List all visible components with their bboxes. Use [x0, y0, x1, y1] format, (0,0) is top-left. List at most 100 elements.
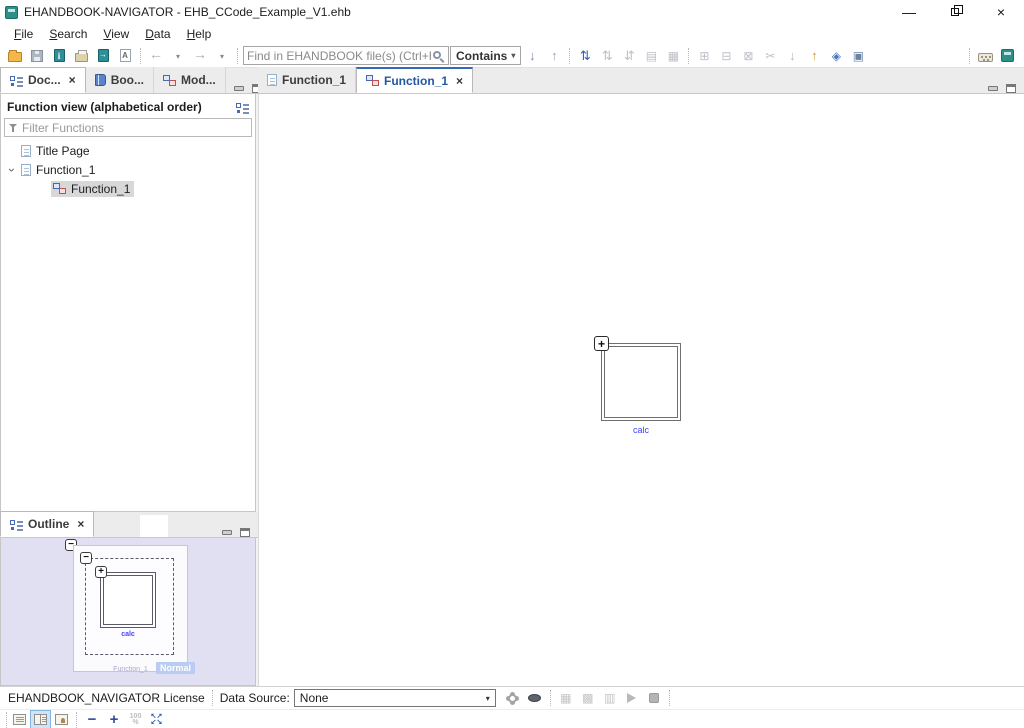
visualization-mode-glyph — [528, 694, 541, 702]
search-filter-settings-icon[interactable]: ⇅ — [575, 45, 595, 65]
navigator-perspective-icon[interactable] — [997, 46, 1017, 66]
zoom-out-button[interactable]: − — [82, 710, 102, 728]
filter-functions-box[interactable] — [4, 118, 252, 137]
search-previous-icon[interactable]: ↑ — [544, 46, 564, 66]
export-pdf-icon[interactable] — [115, 45, 135, 65]
search-mode-dropdown[interactable]: Contains ▾ — [450, 46, 521, 65]
menu-help[interactable]: Help — [179, 25, 220, 43]
tab-label: Function_1 — [282, 73, 346, 87]
nav-back-menu-icon[interactable]: ▾ — [168, 47, 188, 67]
tree-item-content: Function_1 — [19, 162, 99, 178]
start-measurement-icon[interactable] — [622, 688, 642, 708]
data-source-dropdown[interactable]: None ▾ — [294, 689, 496, 707]
cut-labels-icon[interactable]: ✂ — [760, 46, 780, 66]
view-interactive-model-button[interactable] — [52, 711, 71, 728]
measurement-window-icon[interactable]: ▩ — [578, 688, 598, 708]
tab-outline[interactable]: Outline × — [0, 511, 94, 537]
tab-label: Boo... — [111, 73, 144, 87]
fit-arrow: ↘ — [157, 720, 163, 726]
tree-item-function_1[interactable]: ›Function_1 — [1, 160, 255, 179]
add-bookmark-icon[interactable]: ⊞ — [694, 46, 714, 66]
save-icon[interactable] — [27, 46, 47, 66]
view-split-layout-icon — [34, 714, 47, 725]
fit-to-screen-button[interactable]: ↖↗↙↘ — [147, 711, 166, 728]
view-split-layout-button[interactable] — [31, 711, 50, 728]
toolbar-separator — [688, 48, 689, 64]
outline-thumbnail[interactable]: − − + calc Function_1 Normal — [0, 538, 256, 686]
stop-measurement-glyph — [649, 693, 659, 703]
restore-button[interactable] — [932, 0, 978, 24]
close-icon[interactable]: × — [456, 74, 463, 88]
zoom-pct-bottom: % — [132, 720, 138, 726]
menu-data[interactable]: Data — [137, 25, 178, 43]
export-ehandbook-icon[interactable] — [93, 45, 113, 65]
close-icon[interactable]: × — [69, 73, 76, 87]
tree-item-function_1[interactable]: Function_1 — [1, 179, 255, 198]
global-search-box[interactable] — [243, 46, 449, 65]
collapse-region-button[interactable]: − — [80, 552, 92, 564]
nav-forward-icon[interactable]: → — [190, 44, 210, 64]
tab-function_1[interactable]: Function_1 — [258, 67, 356, 93]
open-file-icon[interactable] — [5, 45, 25, 65]
minimize-view-button[interactable] — [234, 86, 244, 91]
menu-view[interactable]: View — [95, 25, 137, 43]
minimize-view-button[interactable] — [222, 530, 232, 535]
experiment-window-icon[interactable]: ▥ — [600, 688, 620, 708]
tree-item-label: Title Page — [36, 144, 90, 158]
ehandbook-info-icon[interactable] — [49, 45, 69, 65]
maximize-view-button[interactable] — [240, 528, 250, 537]
tab-doc-[interactable]: Doc...× — [0, 67, 86, 93]
stop-measurement-icon[interactable] — [644, 688, 664, 708]
open-new-window-icon[interactable]: ▣ — [848, 46, 868, 66]
keyboard-shortcuts-icon[interactable] — [975, 46, 995, 66]
add-bookmark-group-icon[interactable]: ⊟ — [716, 46, 736, 66]
settings-icon[interactable] — [503, 688, 523, 708]
calibration-window-icon[interactable]: ▦ — [556, 688, 576, 708]
visualization-mode-icon[interactable] — [525, 688, 545, 708]
outline-calc-block[interactable] — [100, 572, 156, 628]
minimize-view-button[interactable] — [988, 86, 998, 91]
print-icon[interactable] — [71, 45, 91, 65]
expand-search-results-icon[interactable]: ⇵ — [619, 45, 639, 65]
maximize-view-button[interactable] — [1006, 84, 1016, 93]
chevron-down-icon[interactable]: › — [5, 163, 19, 177]
show-hierarchy-icon[interactable]: ◈ — [826, 46, 846, 66]
expand-block-button[interactable]: + — [594, 336, 609, 351]
filter-functions-input[interactable] — [22, 121, 251, 135]
view-content-page-button[interactable] — [10, 711, 29, 728]
toolbar-separator — [140, 48, 141, 64]
remove-bookmark-icon[interactable]: ⊠ — [738, 46, 758, 66]
menu-search[interactable]: Search — [41, 25, 95, 43]
menu-file[interactable]: File — [6, 25, 41, 43]
toolbar-separator — [569, 48, 570, 64]
outline-tabbar: Outline × — [0, 512, 258, 538]
zoom-reset-button[interactable]: 100% — [126, 711, 145, 728]
close-icon[interactable]: × — [77, 517, 84, 531]
tab-function_1[interactable]: Function_1× — [356, 67, 473, 93]
tab-mod-[interactable]: Mod... — [154, 67, 226, 93]
minimize-button[interactable]: — — [886, 0, 932, 24]
zoom-in-button[interactable]: + — [104, 710, 124, 728]
nav-back-icon[interactable]: ← — [146, 44, 166, 64]
tab-boo-[interactable]: Boo... — [86, 67, 154, 93]
view-menu-icon[interactable] — [236, 102, 249, 113]
calc-block[interactable]: + — [601, 343, 681, 421]
navigator-perspective-glyph — [1001, 49, 1014, 62]
tree-item-title-page[interactable]: Title Page — [1, 141, 255, 160]
list-view-icon[interactable]: ▤ — [641, 46, 661, 66]
step-down-icon[interactable]: ↓ — [782, 45, 802, 65]
collapse-search-results-icon[interactable]: ⇅ — [597, 45, 617, 65]
search-input[interactable] — [247, 49, 431, 63]
nav-forward-menu-icon[interactable]: ▾ — [212, 47, 232, 67]
expand-block-button[interactable]: + — [95, 566, 107, 578]
toolbar-separator — [969, 48, 970, 64]
outline-calc-label: calc — [100, 631, 156, 638]
table-view-icon[interactable]: ▦ — [663, 46, 683, 66]
step-up-icon[interactable]: ↑ — [804, 45, 824, 65]
close-button[interactable]: × — [978, 0, 1024, 24]
bookblue-icon — [95, 74, 106, 86]
tree-item-content: Title Page — [19, 143, 94, 159]
status-bar: EHANDBOOK_NAVIGATOR License Data Source:… — [0, 686, 1024, 728]
diagram-canvas[interactable]: + calc — [258, 94, 1024, 686]
search-next-icon[interactable]: ↓ — [522, 46, 542, 66]
